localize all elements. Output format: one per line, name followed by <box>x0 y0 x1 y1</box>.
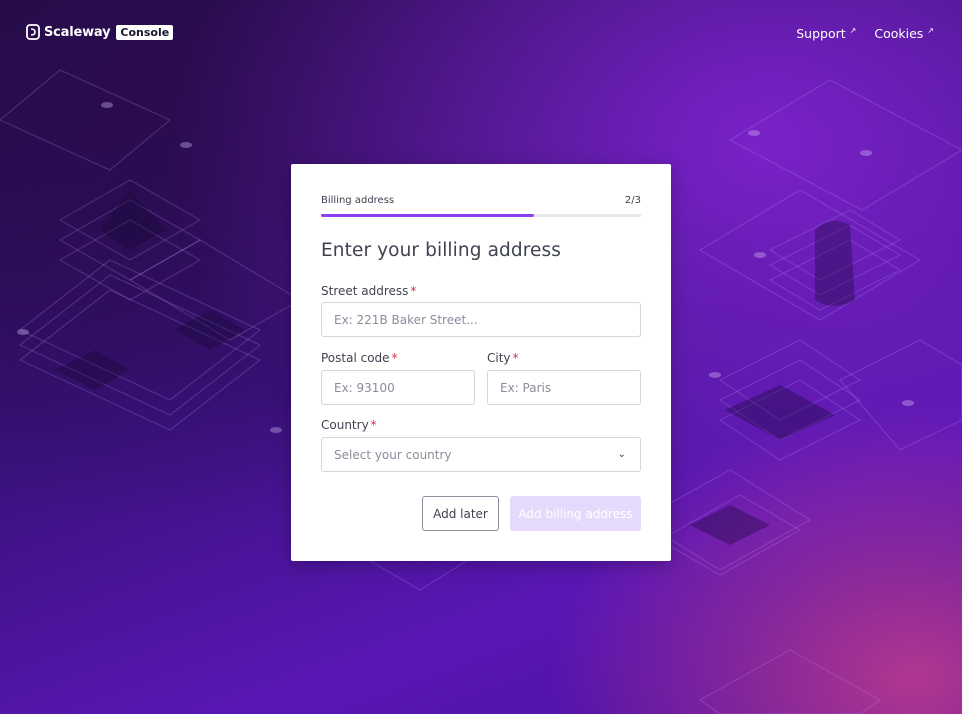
street-address-label: Street address * <box>321 284 416 298</box>
top-links: Support ↗ Cookies ↗ <box>796 26 934 41</box>
street-address-label-text: Street address <box>321 284 409 298</box>
step-label: Billing address <box>321 195 395 206</box>
scaleway-logo-icon <box>26 24 40 40</box>
country-select-placeholder: Select your country <box>334 447 452 462</box>
step-count: 2/3 <box>624 195 641 206</box>
street-address-field[interactable] <box>321 302 641 337</box>
city-label: City * <box>487 351 519 365</box>
external-link-icon: ↗ <box>927 26 934 35</box>
support-link[interactable]: Support ↗ <box>796 26 856 41</box>
postal-code-label: Postal code * <box>321 351 398 365</box>
brand-name: Scaleway <box>44 24 111 40</box>
required-marker: * <box>370 418 377 432</box>
support-link-label: Support <box>796 26 846 41</box>
scaleway-logo[interactable]: Scaleway Console <box>26 24 174 40</box>
required-marker: * <box>512 351 519 365</box>
page-title: Enter your billing address <box>321 240 561 261</box>
chevron-down-icon: ⌄ <box>617 449 626 460</box>
required-marker: * <box>410 284 417 298</box>
required-marker: * <box>391 351 398 365</box>
city-label-text: City <box>487 351 511 365</box>
postal-code-input[interactable] <box>334 380 462 395</box>
postal-code-field[interactable] <box>321 370 475 405</box>
cookies-link[interactable]: Cookies ↗ <box>874 26 934 41</box>
postal-code-label-text: Postal code <box>321 351 390 365</box>
external-link-icon: ↗ <box>849 26 857 35</box>
progress-header: Billing address 2/3 <box>321 195 641 206</box>
progress-bar-fill <box>321 214 535 217</box>
top-bar: Scaleway Console Support ↗ Cookies ↗ <box>0 0 962 66</box>
console-badge: Console <box>116 24 174 40</box>
cookies-link-label: Cookies <box>874 26 924 41</box>
city-input[interactable] <box>500 380 628 395</box>
billing-address-card: Billing address 2/3 Enter your billing a… <box>291 164 671 561</box>
add-later-button[interactable]: Add later <box>422 496 499 531</box>
city-field[interactable] <box>487 370 641 405</box>
progress-bar <box>321 214 641 217</box>
street-address-input[interactable] <box>334 312 628 327</box>
add-billing-address-button[interactable]: Add billing address <box>510 496 641 531</box>
country-label: Country * <box>321 418 377 432</box>
country-label-text: Country <box>321 418 369 432</box>
country-select[interactable]: Select your country ⌄ <box>321 437 641 472</box>
